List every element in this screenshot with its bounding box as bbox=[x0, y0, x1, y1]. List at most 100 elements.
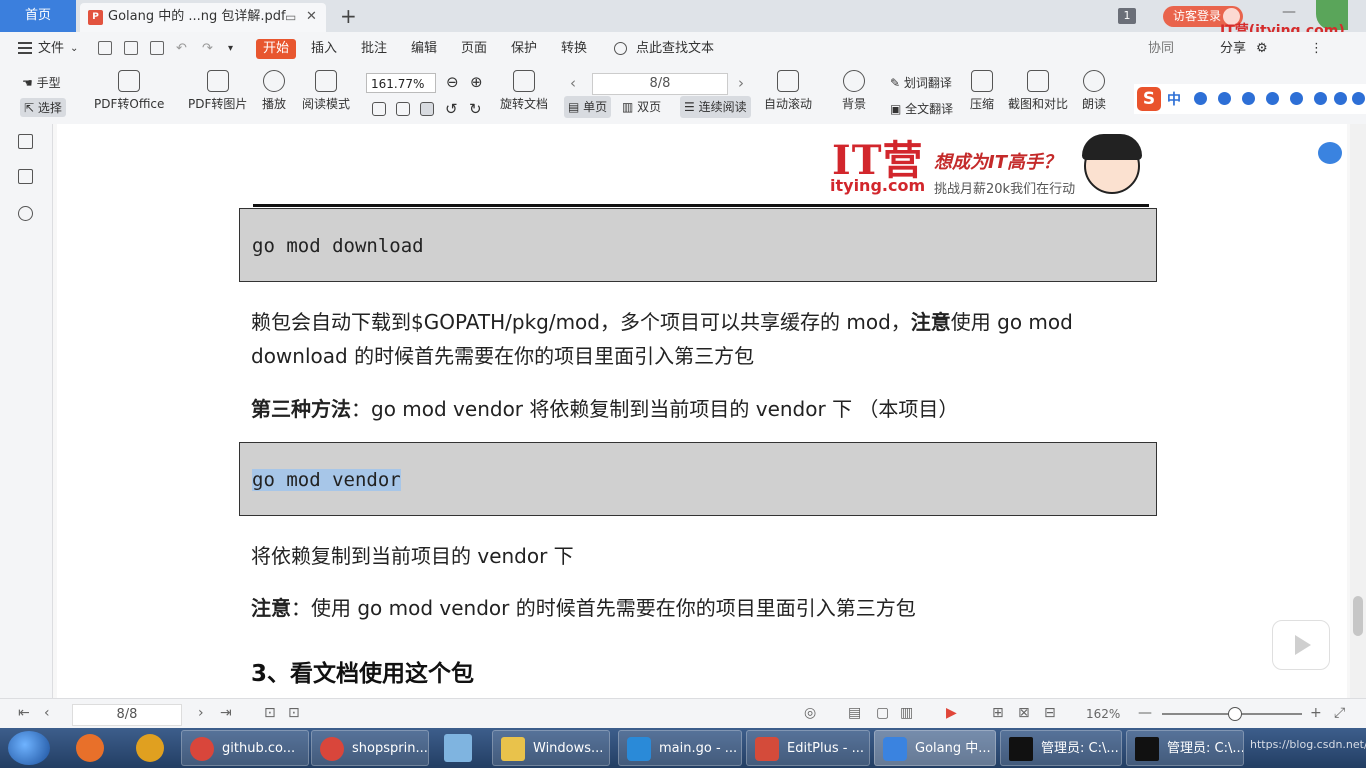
auto-scroll-button[interactable]: 自动滚动 bbox=[764, 70, 812, 112]
punctuation-icon[interactable] bbox=[1218, 92, 1231, 105]
next-view-icon[interactable]: ⊡ bbox=[288, 705, 300, 721]
actual-size-icon[interactable] bbox=[372, 102, 386, 116]
zoom-out-icon[interactable]: — bbox=[1138, 705, 1152, 721]
open-icon[interactable] bbox=[98, 41, 112, 55]
taskbar-item-vscode[interactable]: main.go - ... bbox=[618, 730, 742, 766]
taskbar-item-pdf-reader[interactable]: Golang 中... bbox=[874, 730, 996, 766]
zoom-level[interactable]: 162% bbox=[1086, 707, 1120, 721]
page-number-input[interactable]: 8/8 bbox=[592, 73, 728, 95]
taskbar-item-chrome-github[interactable]: github.co... bbox=[181, 730, 309, 766]
video-play-icon[interactable] bbox=[1272, 620, 1330, 670]
microphone-icon[interactable] bbox=[1266, 92, 1279, 105]
outline-icon[interactable] bbox=[18, 134, 33, 149]
find-text-input[interactable]: 点此查找文本 bbox=[636, 32, 714, 66]
settings-icon[interactable]: ⚙ bbox=[1256, 32, 1268, 66]
selected-code-line[interactable]: go mod vendor bbox=[252, 469, 401, 491]
tab-home[interactable]: 首页 bbox=[0, 0, 76, 32]
window-count-badge[interactable]: 1 bbox=[1118, 8, 1136, 24]
prev-page-icon[interactable]: ‹ bbox=[44, 705, 50, 721]
menu-edit[interactable]: 编辑 bbox=[411, 32, 437, 66]
rotate-left-icon[interactable]: ↺ bbox=[445, 100, 458, 118]
page-view-icon[interactable]: ▢ bbox=[876, 705, 889, 721]
quick-access-dropdown-icon[interactable]: ▾ bbox=[228, 32, 233, 66]
previous-view-icon[interactable]: ⊡ bbox=[264, 705, 276, 721]
zoom-in-icon[interactable]: ⊕ bbox=[470, 73, 483, 91]
zoom-out-icon[interactable]: ⊖ bbox=[446, 73, 459, 91]
pdf-to-office-button[interactable]: PDF转Office bbox=[94, 70, 164, 112]
new-tab-icon[interactable]: + bbox=[340, 3, 357, 29]
rotate-document-button[interactable]: 旋转文档 bbox=[500, 70, 548, 112]
select-tool[interactable]: ⇱ 选择 bbox=[20, 98, 66, 117]
emoji-icon[interactable] bbox=[1242, 92, 1255, 105]
firefox-icon[interactable] bbox=[76, 734, 104, 762]
full-translate-button[interactable]: ▣ 全文翻译 bbox=[890, 100, 953, 117]
notepad-icon[interactable] bbox=[444, 734, 472, 762]
menu-start[interactable]: 开始 bbox=[256, 39, 297, 59]
prev-page-icon[interactable]: ‹ bbox=[570, 74, 576, 92]
actual-size-icon[interactable]: ⊞ bbox=[992, 705, 1004, 721]
save-icon[interactable] bbox=[124, 41, 138, 55]
taskbar-item-cmd-1[interactable]: 管理员: C:\... bbox=[1000, 730, 1122, 766]
first-page-icon[interactable]: ⇤ bbox=[18, 705, 30, 721]
collab-button[interactable]: 协同 bbox=[1148, 32, 1174, 66]
thumbnail-icon[interactable] bbox=[18, 169, 33, 184]
menu-convert[interactable]: 转换 bbox=[561, 32, 587, 66]
fullscreen-icon[interactable]: ⤢ bbox=[1334, 705, 1345, 721]
fit-page-icon[interactable]: ⊠ bbox=[1018, 705, 1030, 721]
play-button[interactable]: 播放 bbox=[262, 70, 286, 112]
tab-document[interactable]: P Golang 中的 ...ng 包详解.pdf ▭ ✕ bbox=[80, 3, 326, 32]
menu-annotate[interactable]: 批注 bbox=[361, 32, 387, 66]
continuous-read-button[interactable]: ☰ 连续阅读 bbox=[680, 96, 751, 118]
background-button[interactable]: 背景 bbox=[842, 70, 866, 112]
user-icon[interactable] bbox=[1314, 92, 1327, 105]
screenshot-compare-button[interactable]: 截图和对比 bbox=[1008, 70, 1068, 112]
taskbar-item-explorer[interactable]: Windows... bbox=[492, 730, 610, 766]
git-icon[interactable] bbox=[136, 734, 164, 762]
menu-page[interactable]: 页面 bbox=[461, 32, 487, 66]
word-translate-button[interactable]: ✎ 划词翻译 bbox=[890, 74, 952, 91]
tab-close-icon[interactable]: ✕ bbox=[306, 3, 317, 31]
dual-view-icon[interactable]: ▥ bbox=[900, 705, 913, 721]
double-page-button[interactable]: ▥ 双页 bbox=[618, 96, 665, 118]
next-page-icon[interactable]: › bbox=[198, 705, 204, 721]
taskbar-item-editplus[interactable]: EditPlus - ... bbox=[746, 730, 870, 766]
windows-start-icon[interactable] bbox=[8, 731, 50, 765]
floating-assistant-icon[interactable] bbox=[1318, 142, 1342, 164]
print-icon[interactable] bbox=[150, 41, 164, 55]
compress-button[interactable]: 压缩 bbox=[970, 70, 994, 112]
ime-lang-toggle[interactable]: 中 bbox=[1167, 89, 1181, 109]
next-page-icon[interactable]: › bbox=[738, 74, 744, 92]
single-page-button[interactable]: ▤ 单页 bbox=[564, 96, 612, 118]
taskbar-item-cmd-2[interactable]: 管理员: C:\... bbox=[1126, 730, 1244, 766]
fit-width-icon[interactable]: ⊟ bbox=[1044, 705, 1056, 721]
skin-icon[interactable] bbox=[1334, 92, 1347, 105]
grid-icon[interactable] bbox=[1352, 92, 1365, 105]
eye-icon[interactable]: ◎ bbox=[804, 705, 816, 721]
hand-tool[interactable]: ☚ 手型 bbox=[22, 74, 61, 91]
zoom-slider-knob[interactable] bbox=[1228, 707, 1242, 721]
last-page-icon[interactable]: ⇥ bbox=[220, 705, 232, 721]
keyboard-icon[interactable] bbox=[1290, 92, 1303, 105]
menu-file[interactable]: 文件 bbox=[38, 32, 64, 66]
single-view-icon[interactable]: ▤ bbox=[848, 705, 861, 721]
moon-icon[interactable] bbox=[1194, 92, 1207, 105]
scrollbar-thumb[interactable] bbox=[1353, 596, 1363, 636]
sogou-logo-icon[interactable]: S bbox=[1137, 87, 1161, 111]
reading-mode-button[interactable]: 阅读模式 bbox=[302, 70, 350, 112]
document-viewport[interactable]: IT营 itying.com 想成为IT高手？ 挑战月薪20k我们在行动 go … bbox=[53, 124, 1350, 698]
status-page-input[interactable]: 8/8 bbox=[72, 704, 182, 726]
fit-page-icon[interactable] bbox=[396, 102, 410, 116]
pdf-to-image-button[interactable]: PDF转图片 bbox=[188, 70, 247, 112]
chevron-down-icon[interactable]: ⌄ bbox=[70, 32, 78, 66]
taskbar-item-chrome-shopspring[interactable]: shopsprin... bbox=[311, 730, 429, 766]
fit-width-icon[interactable] bbox=[420, 102, 434, 116]
undo-icon[interactable]: ↶ bbox=[176, 32, 187, 66]
tab-pin-icon[interactable]: ▭ bbox=[285, 3, 296, 31]
zoom-select[interactable]: 161.77% bbox=[366, 73, 436, 93]
zoom-in-icon[interactable]: + bbox=[1310, 705, 1322, 721]
more-options-icon[interactable]: ⋮ bbox=[1310, 32, 1323, 66]
vertical-scrollbar[interactable] bbox=[1350, 124, 1366, 698]
read-aloud-button[interactable]: 朗读 bbox=[1082, 70, 1106, 112]
menu-protect[interactable]: 保护 bbox=[511, 32, 537, 66]
redo-icon[interactable]: ↷ bbox=[202, 32, 213, 66]
